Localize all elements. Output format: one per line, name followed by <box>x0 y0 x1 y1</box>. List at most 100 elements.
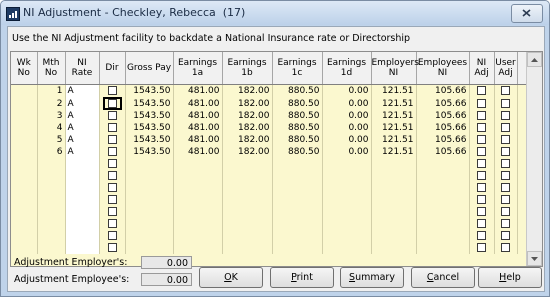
table-row[interactable] <box>11 182 542 194</box>
scroll-up-button[interactable] <box>527 52 542 67</box>
gross-pay-cell[interactable]: 1543.50 <box>125 110 174 122</box>
employers-ni-cell[interactable]: 121.51 <box>371 97 417 110</box>
employees-ni-cell[interactable]: 105.66 <box>416 134 470 146</box>
user-adj-checkbox[interactable] <box>501 135 510 144</box>
director-checkbox[interactable] <box>107 86 117 95</box>
ni-rate-cell[interactable] <box>65 230 100 242</box>
earnings-1a-cell[interactable]: 481.00 <box>173 122 223 134</box>
earnings-1a-cell[interactable] <box>173 242 223 254</box>
earnings-1d-cell[interactable]: 0.00 <box>322 146 372 158</box>
table-row[interactable]: 1 A 1543.50 481.00 182.00 880.50 0.00 121.51 105… <box>11 84 542 97</box>
earnings-1a-cell[interactable] <box>173 230 223 242</box>
earnings-1d-cell[interactable]: 0.00 <box>322 84 372 97</box>
vertical-scrollbar[interactable] <box>526 52 542 266</box>
employees-ni-cell[interactable]: 105.66 <box>416 122 470 134</box>
earnings-1d-cell[interactable] <box>322 170 372 182</box>
earnings-1b-cell[interactable] <box>222 170 273 182</box>
earnings-1c-cell[interactable]: 880.50 <box>272 134 323 146</box>
ni-adj-checkbox[interactable] <box>477 147 486 156</box>
earnings-1a-cell[interactable] <box>173 170 223 182</box>
earnings-1a-cell[interactable]: 481.00 <box>173 146 223 158</box>
earnings-1c-cell[interactable]: 880.50 <box>272 97 323 110</box>
ni-rate-cell[interactable]: A <box>65 134 100 146</box>
earnings-1d-cell[interactable]: 0.00 <box>322 122 372 134</box>
user-adj-checkbox[interactable] <box>501 207 510 216</box>
director-checkbox[interactable] <box>107 99 117 108</box>
earnings-1a-cell[interactable] <box>173 206 223 218</box>
ni-adj-checkbox[interactable] <box>477 195 486 204</box>
gross-pay-cell[interactable] <box>125 206 174 218</box>
employees-ni-cell[interactable] <box>416 218 470 230</box>
director-checkbox[interactable] <box>107 207 117 216</box>
earnings-1b-cell[interactable]: 182.00 <box>222 97 273 110</box>
gross-pay-cell[interactable]: 1543.50 <box>125 97 174 110</box>
earnings-1a-cell[interactable]: 481.00 <box>173 110 223 122</box>
ni-rate-cell[interactable]: A <box>65 146 100 158</box>
ni-adj-checkbox[interactable] <box>477 86 486 95</box>
earnings-1c-cell[interactable] <box>272 158 323 170</box>
user-adj-checkbox[interactable] <box>501 219 510 228</box>
earnings-1d-cell[interactable]: 0.00 <box>322 97 372 110</box>
director-checkbox[interactable] <box>107 159 117 168</box>
gross-pay-cell[interactable] <box>125 230 174 242</box>
earnings-1c-cell[interactable]: 880.50 <box>272 84 323 97</box>
ni-adj-checkbox[interactable] <box>477 207 486 216</box>
employers-ni-cell[interactable] <box>371 194 417 206</box>
employees-ni-cell[interactable] <box>416 230 470 242</box>
gross-pay-cell[interactable] <box>125 158 174 170</box>
employers-ni-cell[interactable]: 121.51 <box>371 110 417 122</box>
earnings-1d-cell[interactable] <box>322 242 372 254</box>
print-button[interactable]: Print <box>270 267 334 288</box>
director-checkbox[interactable] <box>107 195 117 204</box>
director-checkbox[interactable] <box>107 147 117 156</box>
earnings-1d-cell[interactable]: 0.00 <box>322 110 372 122</box>
user-adj-checkbox[interactable] <box>501 243 510 252</box>
employers-ni-cell[interactable] <box>371 182 417 194</box>
user-adj-checkbox[interactable] <box>501 195 510 204</box>
ni-rate-cell[interactable] <box>65 170 100 182</box>
director-checkbox[interactable] <box>107 123 117 132</box>
table-row[interactable]: 3 A 1543.50 481.00 182.00 880.50 0.00 121.51 105… <box>11 110 542 122</box>
director-checkbox[interactable] <box>107 243 117 252</box>
earnings-1c-cell[interactable] <box>272 230 323 242</box>
table-row[interactable] <box>11 230 542 242</box>
earnings-1b-cell[interactable] <box>222 182 273 194</box>
table-row[interactable] <box>11 170 542 182</box>
earnings-1d-cell[interactable] <box>322 218 372 230</box>
earnings-1b-cell[interactable]: 182.00 <box>222 134 273 146</box>
gross-pay-cell[interactable]: 1543.50 <box>125 122 174 134</box>
ni-rate-cell[interactable]: A <box>65 110 100 122</box>
earnings-1b-cell[interactable]: 182.00 <box>222 84 273 97</box>
employers-ni-cell[interactable]: 121.51 <box>371 134 417 146</box>
earnings-1c-cell[interactable] <box>272 194 323 206</box>
earnings-1d-cell[interactable] <box>322 158 372 170</box>
earnings-1a-cell[interactable] <box>173 158 223 170</box>
employees-ni-cell[interactable] <box>416 158 470 170</box>
ni-adjustment-grid[interactable]: Wk No Mth No NI Rate Dir Gross Pay Earnings 1a Ear… <box>10 51 543 267</box>
summary-button[interactable]: Summary <box>340 267 404 288</box>
user-adj-checkbox[interactable] <box>501 111 510 120</box>
scroll-down-button[interactable] <box>527 251 542 266</box>
earnings-1b-cell[interactable]: 182.00 <box>222 110 273 122</box>
table-row[interactable] <box>11 206 542 218</box>
table-row[interactable] <box>11 194 542 206</box>
ni-adj-checkbox[interactable] <box>477 243 486 252</box>
employers-ni-cell[interactable]: 121.51 <box>371 122 417 134</box>
earnings-1b-cell[interactable] <box>222 242 273 254</box>
earnings-1b-cell[interactable]: 182.00 <box>222 146 273 158</box>
earnings-1d-cell[interactable] <box>322 206 372 218</box>
director-checkbox[interactable] <box>107 135 117 144</box>
user-adj-checkbox[interactable] <box>501 171 510 180</box>
ni-rate-cell[interactable] <box>65 242 100 254</box>
ni-adj-checkbox[interactable] <box>477 219 486 228</box>
earnings-1b-cell[interactable]: 182.00 <box>222 122 273 134</box>
cancel-button[interactable]: Cancel <box>411 267 475 288</box>
earnings-1a-cell[interactable] <box>173 182 223 194</box>
earnings-1a-cell[interactable]: 481.00 <box>173 97 223 110</box>
employers-ni-cell[interactable] <box>371 158 417 170</box>
ni-rate-cell[interactable]: A <box>65 97 100 110</box>
user-adj-checkbox[interactable] <box>501 123 510 132</box>
earnings-1d-cell[interactable] <box>322 194 372 206</box>
employees-ni-cell[interactable]: 105.66 <box>416 84 470 97</box>
employees-ni-cell[interactable] <box>416 170 470 182</box>
